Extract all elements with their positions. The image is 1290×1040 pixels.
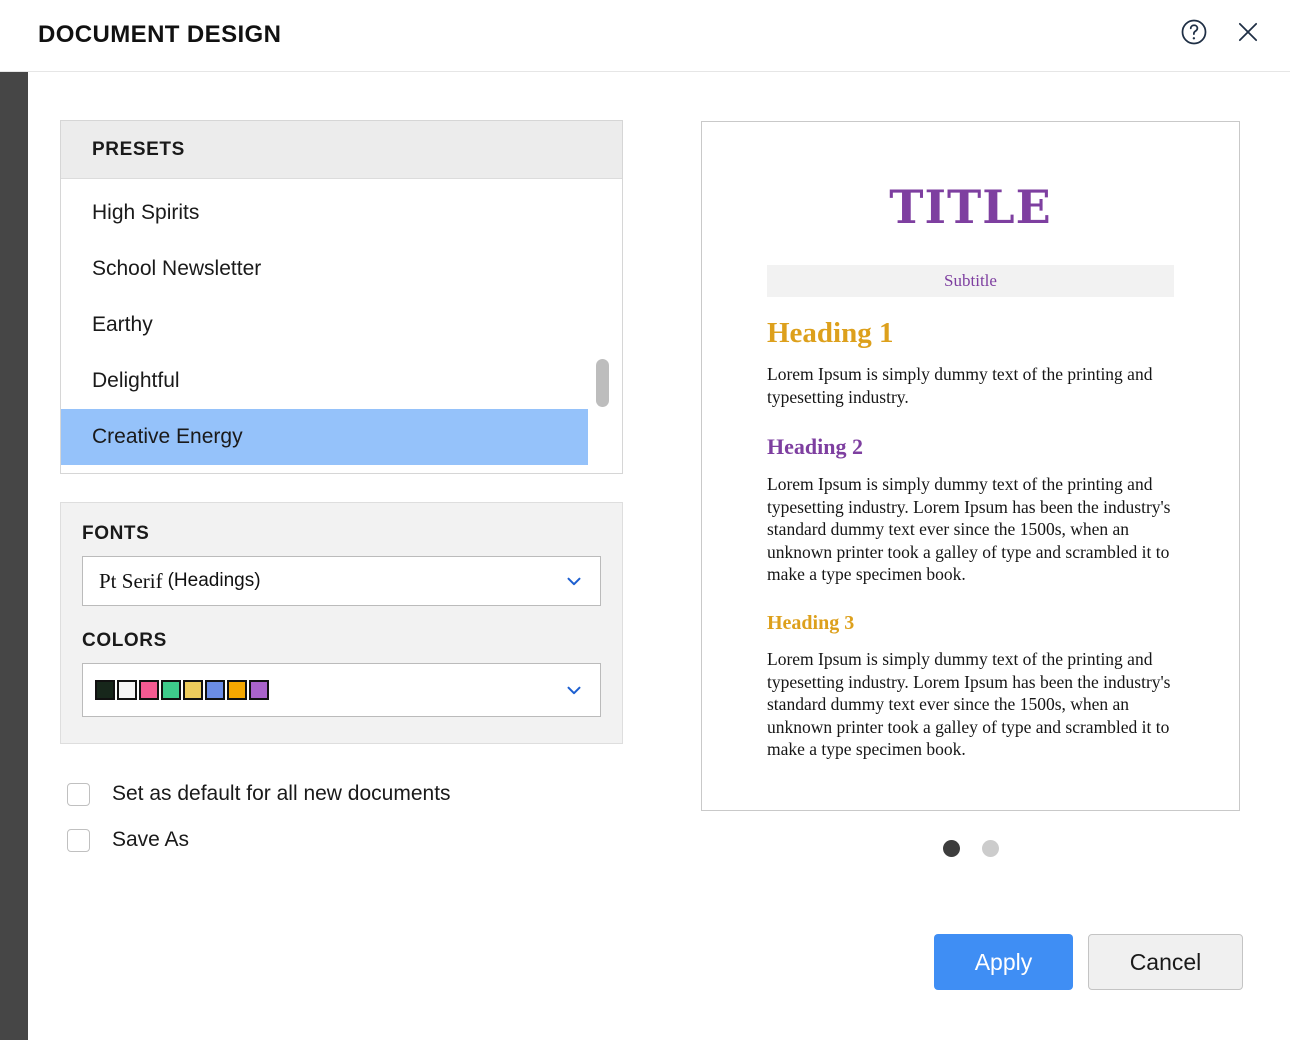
color-swatch-white [117,680,137,700]
save-as-checkbox[interactable] [67,829,90,852]
color-swatch-dark-green [95,680,115,700]
preview-paragraph-1: Lorem Ipsum is simply dummy text of the … [767,363,1174,408]
set-default-label: Set as default for all new documents [112,782,451,806]
dialog-footer: Apply Cancel [934,934,1243,990]
preview-heading-2: Heading 2 [767,434,1174,460]
apply-button[interactable]: Apply [934,934,1073,990]
color-swatch-periwinkle [205,680,225,700]
presets-section-title: PRESETS [61,121,622,179]
fonts-section-title: FONTS [82,523,601,545]
preview-paragraph-2: Lorem Ipsum is simply dummy text of the … [767,473,1174,586]
preset-item-school-newsletter[interactable]: School Newsletter [61,241,588,297]
color-swatch-row [95,680,269,700]
settings-column: PRESETS High Spirits School Newsletter E… [60,120,623,852]
question-circle-icon [1179,17,1209,52]
color-swatch-purple [249,680,269,700]
color-swatch-yellow [183,680,203,700]
close-button[interactable] [1232,18,1264,50]
preview-paragraph-3: Lorem Ipsum is simply dummy text of the … [767,648,1174,761]
help-button[interactable] [1178,18,1210,50]
close-icon [1234,18,1262,51]
font-select-suffix: (Headings) [168,570,261,592]
colors-section-title: COLORS [82,630,601,652]
document-design-dialog: DOCUMENT DESIGN [0,0,1290,1040]
preset-label: High Spirits [92,201,199,225]
preset-item-creative-energy[interactable]: Creative Energy [61,409,588,465]
font-select-value: Pt Serif [99,569,163,594]
set-default-option[interactable]: Set as default for all new documents [67,782,623,806]
pagination-dot-2[interactable] [982,840,999,857]
set-default-checkbox[interactable] [67,783,90,806]
fonts-colors-card: FONTS Pt Serif (Headings) COLORS [60,502,623,744]
page-title: DOCUMENT DESIGN [38,21,281,49]
preset-label: Earthy [92,313,153,337]
color-swatch-orange [227,680,247,700]
presets-panel: PRESETS High Spirits School Newsletter E… [60,120,623,474]
save-as-label: Save As [112,828,189,852]
preset-item-delightful[interactable]: Delightful [61,353,588,409]
color-swatch-pink [139,680,159,700]
preset-label: School Newsletter [92,257,261,281]
presets-list: High Spirits School Newsletter Earthy De… [61,179,622,473]
chevron-down-icon [563,570,585,592]
preview-pagination [701,840,1240,857]
preset-item-high-spirits[interactable]: High Spirits [61,185,588,241]
preset-item-earthy[interactable]: Earthy [61,297,588,353]
font-select[interactable]: Pt Serif (Headings) [82,556,601,606]
header-actions [1178,18,1264,50]
preview-heading-1: Heading 1 [767,317,1174,350]
cancel-button[interactable]: Cancel [1088,934,1243,990]
document-preview-panel[interactable]: TITLE Subtitle Heading 1 Lorem Ipsum is … [701,121,1240,811]
options-group: Set as default for all new documents Sav… [60,782,623,852]
save-as-option[interactable]: Save As [67,828,623,852]
chevron-down-icon [563,679,585,701]
preview-title: TITLE [767,184,1174,230]
color-palette-select[interactable] [82,663,601,717]
preset-label: Creative Energy [92,425,243,449]
preset-label: Delightful [92,369,180,393]
presets-scrollbar-thumb[interactable] [596,359,609,407]
dialog-header: DOCUMENT DESIGN [0,0,1290,72]
color-swatch-green [161,680,181,700]
pagination-dot-1[interactable] [943,840,960,857]
preview-heading-3: Heading 3 [767,612,1174,635]
preview-subtitle: Subtitle [767,265,1174,297]
left-sidebar-dark-bar [0,72,28,1040]
preview-content: TITLE Subtitle Heading 1 Lorem Ipsum is … [702,184,1239,761]
